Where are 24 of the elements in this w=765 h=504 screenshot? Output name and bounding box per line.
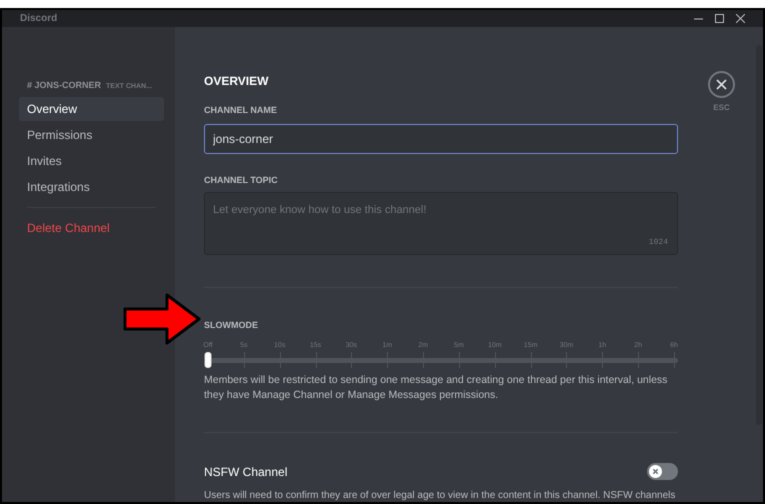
window-title: Discord	[20, 12, 58, 26]
sidebar-item[interactable]: Integrations	[19, 174, 164, 198]
close-button[interactable]	[708, 71, 735, 98]
field-label: SLOWMODE	[204, 319, 259, 332]
maximize-icon[interactable]	[715, 14, 724, 23]
esc-label: ESC	[713, 102, 730, 114]
section-title: OVERVIEW	[204, 73, 270, 90]
close-icon	[716, 79, 727, 90]
sidebar-item[interactable]: Permissions	[19, 122, 164, 146]
nsfw-toggle[interactable]	[647, 463, 678, 480]
sidebar-item[interactable]: Invites	[19, 148, 164, 172]
field-label: CHANNEL NAME	[204, 104, 278, 117]
channel-name-field[interactable]: jons-corner	[204, 124, 678, 154]
character-counter: 1024	[648, 237, 668, 249]
slowmode-description: Members will be restricted to sending one message and creating one thread per this interval, unless they have Manage Channel or Manage Messages permissions.	[204, 372, 668, 402]
nsfw-title: NSFW Channel	[204, 464, 288, 480]
delete-channel-item[interactable]: Delete Channel	[19, 216, 164, 240]
nsfw-description: Users will need to confirm they are of over legal age to view in the content in this channel. NSFW channels	[204, 488, 676, 502]
x-icon	[649, 465, 662, 478]
sidebar-item[interactable]: Overview	[19, 96, 164, 120]
channel-name: # JONS-CORNER	[27, 79, 102, 92]
field-label: CHANNEL TOPIC	[204, 174, 279, 186]
close-icon[interactable]	[736, 14, 745, 23]
slider-thumb[interactable]	[204, 352, 212, 368]
